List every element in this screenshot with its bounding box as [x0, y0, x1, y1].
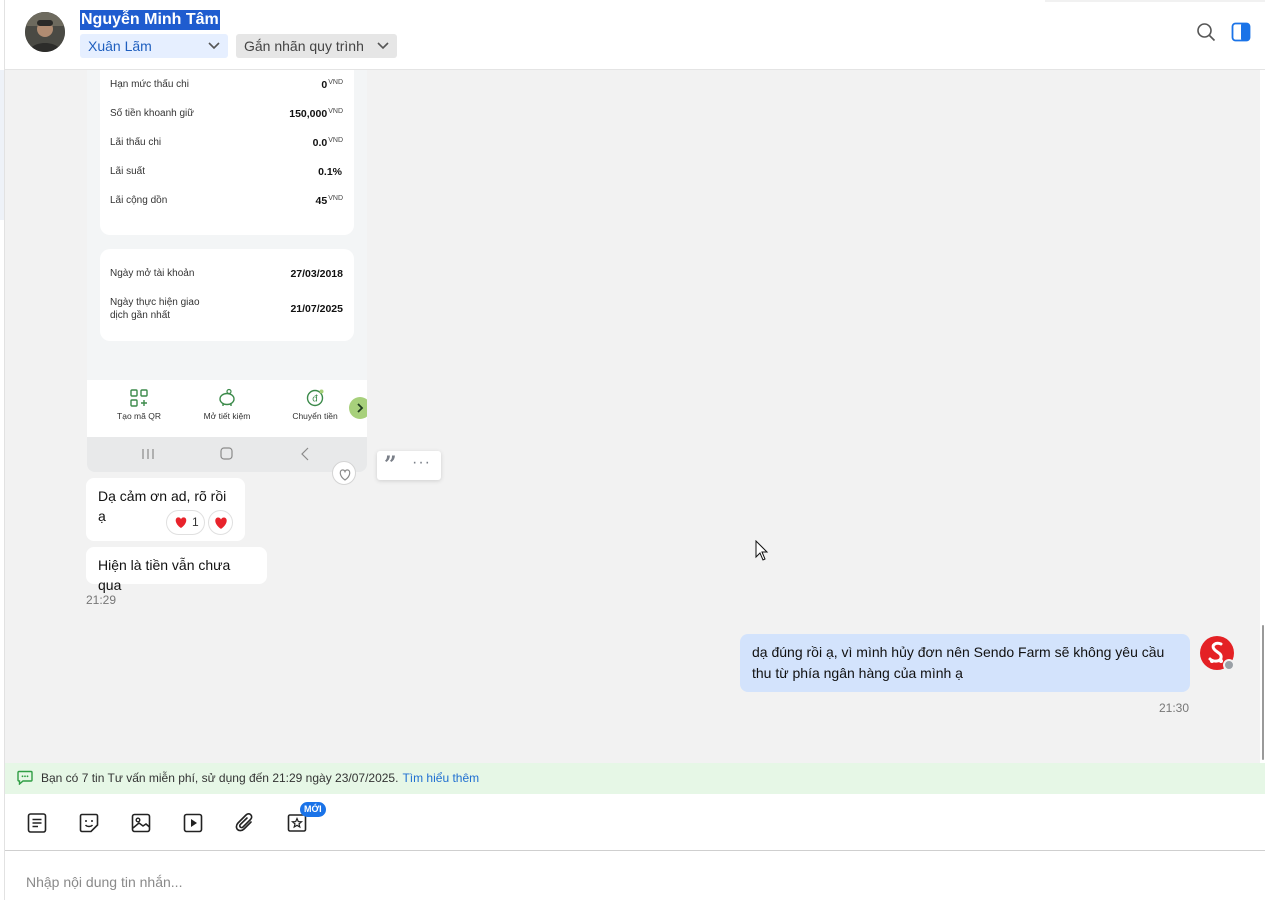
- heart-outline-icon: [339, 469, 351, 481]
- heart-icon: [175, 517, 187, 528]
- workflow-tag-dropdown[interactable]: Gắn nhãn quy trình: [236, 34, 397, 58]
- contact-avatar[interactable]: [25, 12, 65, 52]
- nav-qr: Tạo mã QR: [99, 388, 179, 421]
- reaction-count-badge[interactable]: 1: [166, 510, 205, 535]
- chevron-down-icon: [377, 42, 389, 50]
- chevron-right-icon: [349, 397, 367, 419]
- video-icon[interactable]: [182, 812, 204, 834]
- account-details-card: Hạn mức thấu chi 0VND Số tiền khoanh giữ 1…: [100, 70, 354, 235]
- incoming-message[interactable]: Hiện là tiền vẫn chưa qua: [86, 547, 267, 593]
- account-dates-card: Ngày mở tài khoản 27/03/2018 Ngày thực hi…: [100, 249, 354, 341]
- workflow-tag-label: Gắn nhãn quy trình: [244, 38, 364, 54]
- app-bottom-actions: Tạo mã QR Mở tiết kiệm đ Chuyển tiền: [87, 380, 367, 437]
- add-heart-reaction[interactable]: [208, 510, 233, 535]
- message-input[interactable]: [26, 872, 1226, 892]
- message-text: Dạ cảm ơn ad, rõ rồi ạ: [98, 488, 227, 524]
- piggy-bank-icon: [219, 388, 235, 406]
- more-options-icon[interactable]: ···: [412, 455, 431, 471]
- learn-more-link[interactable]: Tìm hiểu thêm: [402, 771, 479, 785]
- qr-icon: [130, 389, 148, 407]
- message-text: dạ đúng rồi ạ, vì mình hủy đơn nên Sendo…: [752, 644, 1165, 681]
- new-feature-badge: MỚI: [300, 802, 326, 817]
- notice-text: Bạn có 7 tin Tư vấn miễn phí, sử dụng đế…: [41, 771, 399, 785]
- image-icon[interactable]: [130, 812, 152, 834]
- chat-header: Nguyễn Minh Tâm Xuân Lãm Gắn nhãn quy tr…: [5, 0, 1265, 70]
- search-icon[interactable]: [1196, 22, 1216, 42]
- message-list[interactable]: Hạn mức thấu chi 0VND Số tiền khoanh giữ 1…: [5, 70, 1260, 763]
- message-timestamp: 21:29: [86, 593, 117, 607]
- message-composer: [5, 852, 1265, 900]
- heart-icon: [215, 517, 227, 529]
- sticker-icon[interactable]: [78, 812, 100, 834]
- shared-image-bank-screenshot[interactable]: Hạn mức thấu chi 0VND Số tiền khoanh giữ 1…: [87, 70, 367, 472]
- free-consult-notice: Bạn có 7 tin Tư vấn miễn phí, sử dụng đế…: [5, 763, 1265, 794]
- nav-savings: Mở tiết kiệm: [187, 388, 267, 421]
- message-timestamp: 21:30: [1159, 701, 1190, 715]
- side-panel-icon[interactable]: [1231, 22, 1251, 42]
- composer-toolbar: MỚI: [5, 794, 1265, 851]
- transfer-icon: đ: [306, 389, 324, 407]
- react-heart-button[interactable]: [332, 461, 356, 485]
- quote-reply-icon[interactable]: ”: [384, 454, 397, 476]
- staff-assign-dropdown[interactable]: Xuân Lãm: [80, 34, 228, 58]
- outgoing-message[interactable]: dạ đúng rồi ạ, vì mình hủy đơn nên Sendo…: [740, 634, 1190, 692]
- attachment-icon[interactable]: [234, 812, 256, 834]
- note-icon[interactable]: [26, 812, 48, 834]
- message-hover-toolbar: ” ···: [377, 451, 441, 480]
- chevron-down-icon: [208, 42, 220, 50]
- chat-message-icon: [17, 770, 33, 785]
- shop-avatar[interactable]: [1200, 636, 1235, 671]
- android-system-bar: [87, 437, 367, 472]
- scrollbar[interactable]: [1262, 625, 1264, 760]
- mouse-pointer-icon: [755, 540, 769, 561]
- staff-assign-label: Xuân Lãm: [88, 38, 152, 54]
- contact-name[interactable]: Nguyễn Minh Tâm: [80, 10, 220, 30]
- status-dot: [1223, 659, 1235, 671]
- nav-transfer: đ Chuyển tiền: [275, 388, 355, 421]
- message-text: Hiện là tiền vẫn chưa qua: [98, 557, 231, 593]
- svg-text:đ: đ: [312, 395, 318, 405]
